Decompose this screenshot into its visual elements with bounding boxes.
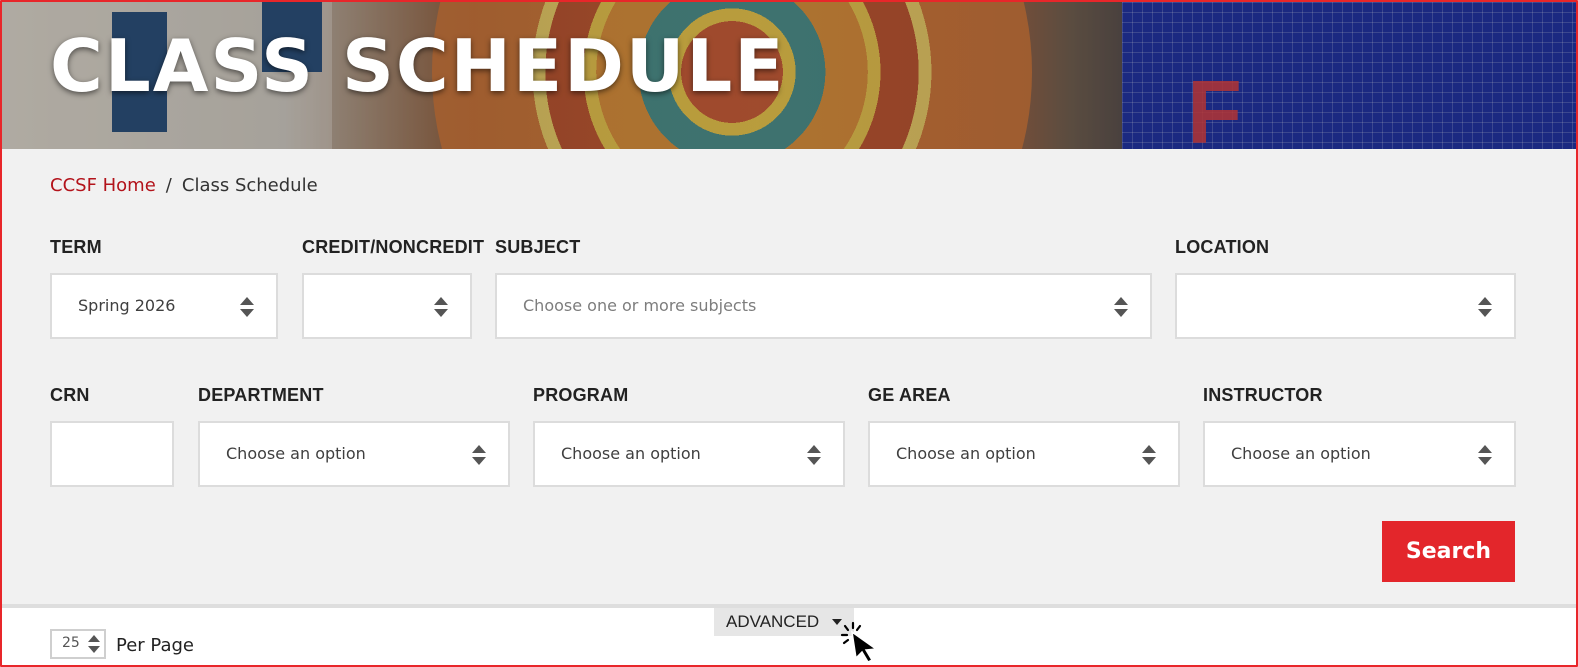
updown-arrows-icon (1142, 445, 1156, 465)
per-page-label: Per Page (116, 635, 194, 656)
location-label: LOCATION (1175, 237, 1270, 257)
department-placeholder: Choose an option (226, 444, 366, 463)
term-label: TERM (50, 237, 102, 257)
instructor-placeholder: Choose an option (1231, 444, 1371, 463)
term-value: Spring 2026 (78, 296, 176, 315)
updown-arrows-icon (88, 635, 100, 653)
updown-arrows-icon (1478, 297, 1492, 317)
breadcrumb-current: Class Schedule (181, 175, 318, 196)
credit-label: CREDIT/NONCREDIT (302, 237, 485, 257)
header-banner: F CLASS SCHEDULE (2, 2, 1576, 149)
term-select[interactable]: Spring 2026 (50, 273, 278, 339)
crn-input[interactable] (50, 421, 174, 487)
department-select[interactable]: Choose an option (198, 421, 510, 487)
subject-select[interactable]: Choose one or more subjects (495, 273, 1152, 339)
page-frame: F CLASS SCHEDULE CCSF Home / Class Schedul… (0, 0, 1578, 667)
ge-area-placeholder: Choose an option (896, 444, 1036, 463)
search-button[interactable]: Search (1382, 521, 1515, 582)
per-page-value: 25 (62, 635, 80, 651)
credit-select[interactable] (302, 273, 472, 339)
updown-arrows-icon (472, 445, 486, 465)
subject-placeholder: Choose one or more subjects (523, 296, 757, 315)
subject-label: SUBJECT (495, 237, 581, 257)
page-title: CLASS SCHEDULE (50, 24, 786, 108)
ge-area-select[interactable]: Choose an option (868, 421, 1180, 487)
updown-arrows-icon (434, 297, 448, 317)
breadcrumb: CCSF Home / Class Schedule (50, 175, 318, 196)
breadcrumb-separator: / (165, 175, 172, 196)
program-select[interactable]: Choose an option (533, 421, 845, 487)
location-select[interactable] (1175, 273, 1516, 339)
department-label: DEPARTMENT (198, 385, 324, 405)
updown-arrows-icon (1478, 445, 1492, 465)
instructor-label: INSTRUCTOR (1203, 385, 1323, 405)
program-label: PROGRAM (533, 385, 629, 405)
advanced-label: ADVANCED (726, 612, 820, 631)
crn-label: CRN (50, 385, 90, 405)
per-page-stepper[interactable]: 25 (50, 629, 106, 659)
updown-arrows-icon (1114, 297, 1128, 317)
updown-arrows-icon (807, 445, 821, 465)
breadcrumb-home-link[interactable]: CCSF Home (50, 175, 156, 196)
updown-arrows-icon (240, 297, 254, 317)
search-panel: CCSF Home / Class Schedule TERM Spring 202… (2, 149, 1576, 604)
pointer-cursor-icon (840, 621, 879, 663)
ge-area-label: GE AREA (868, 385, 951, 405)
program-placeholder: Choose an option (561, 444, 701, 463)
instructor-select[interactable]: Choose an option (1203, 421, 1516, 487)
advanced-toggle[interactable]: ADVANCED (714, 608, 854, 636)
